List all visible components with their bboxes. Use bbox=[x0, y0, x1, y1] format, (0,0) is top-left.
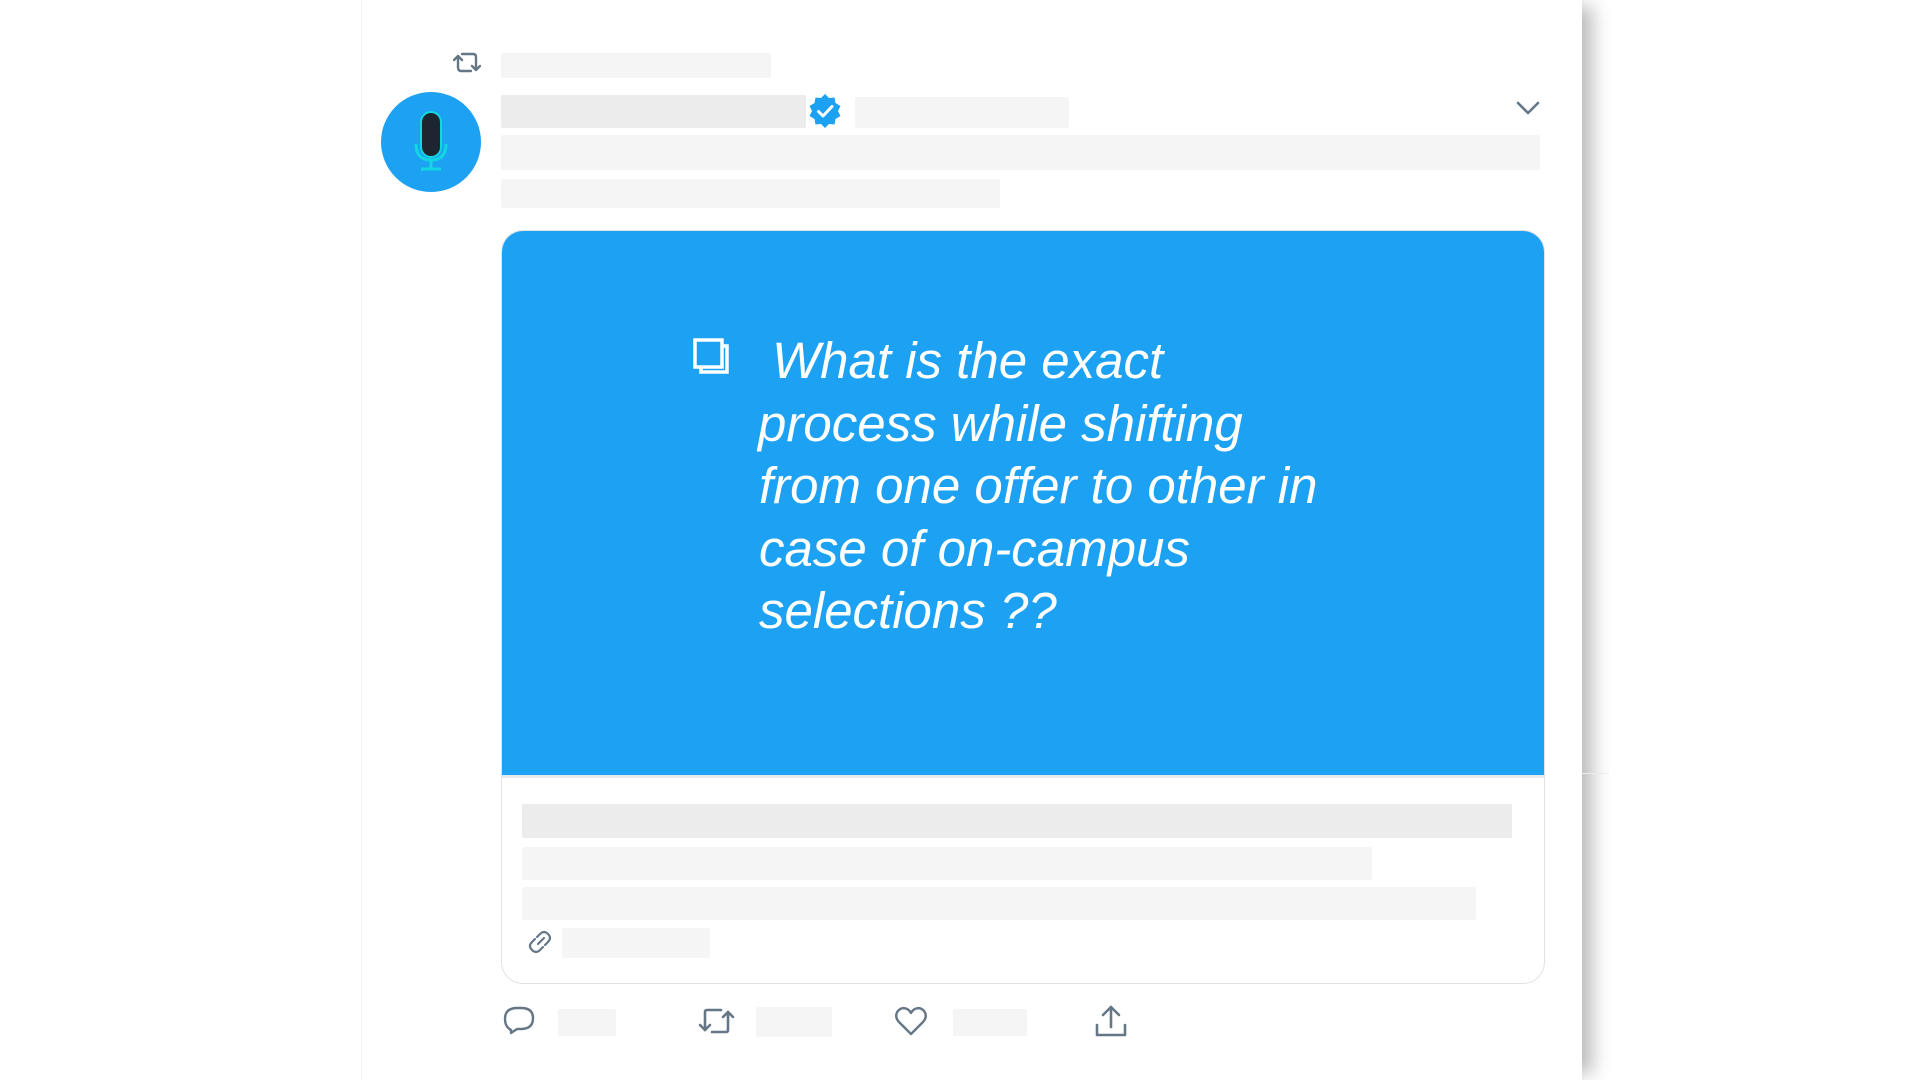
question-line: process while shifting bbox=[758, 394, 1243, 452]
question-text: What is the exact process while shifting… bbox=[502, 330, 1402, 643]
card-domain-placeholder bbox=[562, 928, 710, 958]
link-card[interactable]: What is the exact process while shifting… bbox=[501, 230, 1545, 984]
question-line: What is the exact bbox=[772, 332, 1164, 389]
card-divider bbox=[502, 775, 1544, 778]
reply-icon bbox=[503, 1006, 535, 1035]
display-name-placeholder[interactable] bbox=[501, 95, 806, 128]
retweet-icon bbox=[698, 1008, 735, 1034]
like-button[interactable] bbox=[893, 1003, 929, 1039]
tweet-text-placeholder-line-2 bbox=[501, 179, 1000, 208]
avatar[interactable] bbox=[381, 92, 481, 192]
verified-badge-icon bbox=[807, 93, 843, 129]
card-image: What is the exact process while shifting… bbox=[502, 231, 1544, 775]
retweet-count-placeholder bbox=[756, 1007, 832, 1037]
card-title-placeholder bbox=[522, 804, 1512, 838]
retweeted-by-placeholder bbox=[501, 53, 771, 78]
card-description-placeholder-line-2 bbox=[522, 887, 1476, 920]
question-line: from one offer to other in bbox=[759, 457, 1318, 514]
share-icon bbox=[1095, 1005, 1127, 1037]
reply-count-placeholder bbox=[558, 1009, 616, 1036]
reply-button[interactable] bbox=[501, 1003, 537, 1039]
heart-icon bbox=[895, 1006, 927, 1036]
column-divider bbox=[1581, 773, 1609, 774]
like-count-placeholder bbox=[953, 1009, 1027, 1036]
page: What is the exact process while shifting… bbox=[0, 0, 1920, 1080]
chevron-down-icon[interactable] bbox=[1515, 99, 1541, 117]
retweet-context-icon bbox=[452, 50, 482, 76]
microphone-icon bbox=[414, 111, 448, 171]
question-line: case of on-campus bbox=[759, 519, 1190, 577]
link-icon bbox=[525, 927, 555, 957]
retweet-button[interactable] bbox=[697, 1003, 735, 1039]
username-placeholder bbox=[855, 97, 1069, 128]
tweet-text-placeholder-line-1 bbox=[501, 135, 1540, 170]
share-button[interactable] bbox=[1093, 1003, 1129, 1039]
question-line: selections ?? bbox=[759, 582, 1057, 639]
card-description-placeholder-line-1 bbox=[522, 847, 1372, 880]
